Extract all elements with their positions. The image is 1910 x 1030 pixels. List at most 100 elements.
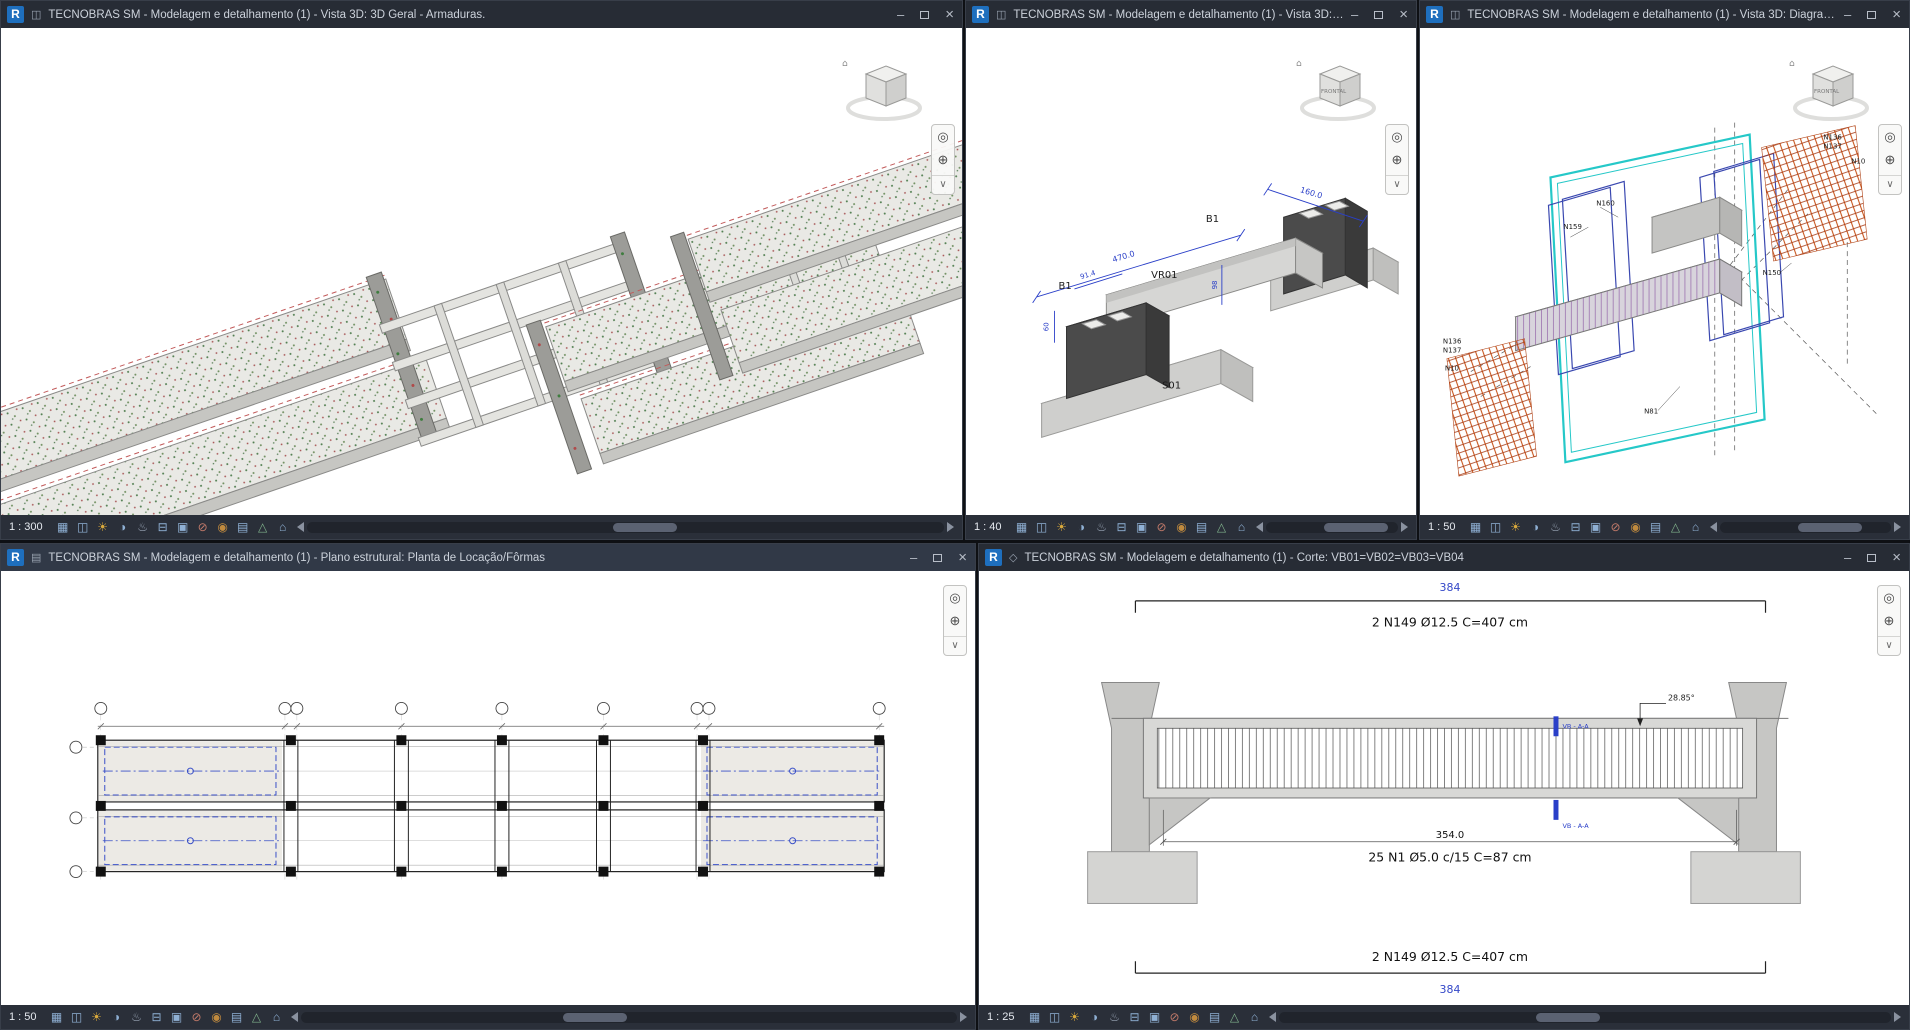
window-3d-beam[interactable]: R ◫ TECNOBRAS SM - Modelagem e detalhame… — [965, 0, 1417, 540]
viewcube-home-icon[interactable]: ⌂ — [842, 59, 848, 69]
minimize-button[interactable]: – — [1844, 8, 1851, 21]
window-plan-locacao-formas[interactable]: R ▤ TECNOBRAS SM - Modelagem e detalhame… — [0, 543, 976, 1030]
window-3d-geral-armaduras[interactable]: R ◫ TECNOBRAS SM - Modelagem e detalhame… — [0, 0, 963, 540]
show-analytical-model-icon[interactable]: △ — [1213, 516, 1231, 538]
highlight-displacement-sets-icon[interactable]: ⌂ — [1233, 516, 1251, 538]
viewcube[interactable]: ⌂ — [834, 52, 930, 128]
detail-level-icon[interactable]: ▦ — [1013, 516, 1031, 538]
viewport-section[interactable]: 384 2 N149 Ø12.5 C=407 cm VB - A-A — [979, 571, 1909, 1005]
viewport-3d-beam[interactable]: 470.0 160.0 91.4 60 98 B1 B1 VR01 S01 ⌂ — [966, 28, 1416, 515]
viewcube[interactable]: ⌂ FRONTAL — [1781, 52, 1877, 128]
show-rendering-dialog-icon[interactable]: ♨ — [1106, 1006, 1124, 1028]
steering-wheel-icon[interactable]: ◎ — [1391, 129, 1402, 145]
restore-button[interactable] — [1867, 11, 1876, 19]
zoom-icon[interactable]: ⊕ — [1885, 152, 1896, 168]
view-scale-button[interactable]: 1 : 50 — [6, 1011, 46, 1023]
horizontal-scrollbar[interactable] — [1256, 520, 1408, 534]
window-titlebar[interactable]: R ◫ TECNOBRAS SM - Modelagem e detalhame… — [1420, 1, 1909, 28]
scrollbar-track[interactable] — [301, 1012, 957, 1023]
window-3d-rebar-diagram[interactable]: R ◫ TECNOBRAS SM - Modelagem e detalhame… — [1419, 0, 1910, 540]
viewcube-cube[interactable]: FRONTAL — [1320, 66, 1360, 106]
navigation-bar[interactable]: ◎ ⊕ ∨ — [943, 585, 967, 656]
temporary-hide-isolate-icon[interactable]: ⊘ — [1166, 1006, 1184, 1028]
scrollbar-thumb[interactable] — [613, 523, 677, 532]
viewcube-cube[interactable] — [866, 66, 906, 106]
scrollbar-thumb[interactable] — [1536, 1013, 1600, 1022]
close-button[interactable]: × — [1892, 551, 1901, 564]
navigation-bar[interactable]: ◎ ⊕ ∨ — [931, 124, 955, 195]
shadows-icon[interactable]: ◑ — [114, 516, 132, 538]
show-analytical-model-icon[interactable]: △ — [1226, 1006, 1244, 1028]
temporary-hide-isolate-icon[interactable]: ⊘ — [1607, 516, 1625, 538]
reveal-hidden-elements-icon[interactable]: ◉ — [1186, 1006, 1204, 1028]
scroll-left-arrow[interactable] — [1256, 522, 1263, 532]
navbar-expand-icon[interactable]: ∨ — [932, 175, 954, 190]
viewcube-cube[interactable]: FRONTAL — [1813, 66, 1853, 106]
navigation-bar[interactable]: ◎ ⊕ ∨ — [1385, 124, 1409, 195]
shadows-icon[interactable]: ◑ — [1086, 1006, 1104, 1028]
show-crop-region-icon[interactable]: ▣ — [1587, 516, 1605, 538]
close-button[interactable]: × — [958, 551, 967, 564]
window-titlebar[interactable]: R ◇ TECNOBRAS SM - Modelagem e detalhame… — [979, 544, 1909, 571]
scroll-left-arrow[interactable] — [1269, 1012, 1276, 1022]
show-rendering-dialog-icon[interactable]: ♨ — [134, 516, 152, 538]
viewport-plan[interactable]: ◎ ⊕ ∨ — [1, 571, 975, 1005]
navbar-expand-icon[interactable]: ∨ — [1386, 175, 1408, 190]
show-crop-region-icon[interactable]: ▣ — [168, 1006, 186, 1028]
temporary-view-properties-icon[interactable]: ▤ — [1193, 516, 1211, 538]
temporary-view-properties-icon[interactable]: ▤ — [234, 516, 252, 538]
visual-style-icon[interactable]: ◫ — [1033, 516, 1051, 538]
view-scale-button[interactable]: 1 : 25 — [984, 1011, 1024, 1023]
wheel-2d-icon[interactable]: ◎ — [1883, 590, 1894, 606]
crop-view-icon[interactable]: ⊟ — [154, 516, 172, 538]
viewcube-home-icon[interactable]: ⌂ — [1789, 59, 1795, 69]
highlight-displacement-sets-icon[interactable]: ⌂ — [274, 516, 292, 538]
crop-view-icon[interactable]: ⊟ — [1113, 516, 1131, 538]
visual-style-icon[interactable]: ◫ — [74, 516, 92, 538]
minimize-button[interactable]: – — [897, 8, 904, 21]
minimize-button[interactable]: – — [1844, 551, 1851, 564]
reveal-hidden-elements-icon[interactable]: ◉ — [208, 1006, 226, 1028]
temporary-hide-isolate-icon[interactable]: ⊘ — [194, 516, 212, 538]
close-button[interactable]: × — [1399, 8, 1408, 21]
show-crop-region-icon[interactable]: ▣ — [174, 516, 192, 538]
temporary-view-properties-icon[interactable]: ▤ — [1647, 516, 1665, 538]
horizontal-scrollbar[interactable] — [1710, 520, 1901, 534]
close-button[interactable]: × — [945, 8, 954, 21]
show-analytical-model-icon[interactable]: △ — [1667, 516, 1685, 538]
steering-wheel-icon[interactable]: ◎ — [937, 129, 948, 145]
sun-path-icon[interactable]: ☀ — [1066, 1006, 1084, 1028]
reveal-hidden-elements-icon[interactable]: ◉ — [214, 516, 232, 538]
shadows-icon[interactable]: ◑ — [1527, 516, 1545, 538]
crop-view-icon[interactable]: ⊟ — [148, 1006, 166, 1028]
minimize-button[interactable]: – — [910, 551, 917, 564]
zoom-icon[interactable]: ⊕ — [938, 152, 949, 168]
window-titlebar[interactable]: R ◫ TECNOBRAS SM - Modelagem e detalhame… — [966, 1, 1416, 28]
scroll-left-arrow[interactable] — [297, 522, 304, 532]
window-titlebar[interactable]: R ◫ TECNOBRAS SM - Modelagem e detalhame… — [1, 1, 962, 28]
scroll-left-arrow[interactable] — [1710, 522, 1717, 532]
zoom-icon[interactable]: ⊕ — [950, 613, 961, 629]
horizontal-scrollbar[interactable] — [291, 1010, 967, 1024]
scroll-right-arrow[interactable] — [960, 1012, 967, 1022]
view-scale-button[interactable]: 1 : 300 — [6, 521, 52, 533]
scrollbar-track[interactable] — [1266, 522, 1398, 533]
close-button[interactable]: × — [1892, 8, 1901, 21]
navbar-expand-icon[interactable]: ∨ — [1879, 175, 1901, 190]
reveal-hidden-elements-icon[interactable]: ◉ — [1173, 516, 1191, 538]
show-analytical-model-icon[interactable]: △ — [248, 1006, 266, 1028]
highlight-displacement-sets-icon[interactable]: ⌂ — [1246, 1006, 1264, 1028]
zoom-icon[interactable]: ⊕ — [1884, 613, 1895, 629]
sun-path-icon[interactable]: ☀ — [94, 516, 112, 538]
show-crop-region-icon[interactable]: ▣ — [1133, 516, 1151, 538]
crop-view-icon[interactable]: ⊟ — [1567, 516, 1585, 538]
scroll-left-arrow[interactable] — [291, 1012, 298, 1022]
sun-path-icon[interactable]: ☀ — [1053, 516, 1071, 538]
scrollbar-thumb[interactable] — [563, 1013, 627, 1022]
temporary-view-properties-icon[interactable]: ▤ — [228, 1006, 246, 1028]
show-rendering-dialog-icon[interactable]: ♨ — [1093, 516, 1111, 538]
restore-button[interactable] — [933, 554, 942, 562]
show-rendering-dialog-icon[interactable]: ♨ — [1547, 516, 1565, 538]
detail-level-icon[interactable]: ▦ — [1467, 516, 1485, 538]
window-section-vb[interactable]: R ◇ TECNOBRAS SM - Modelagem e detalhame… — [978, 543, 1910, 1030]
